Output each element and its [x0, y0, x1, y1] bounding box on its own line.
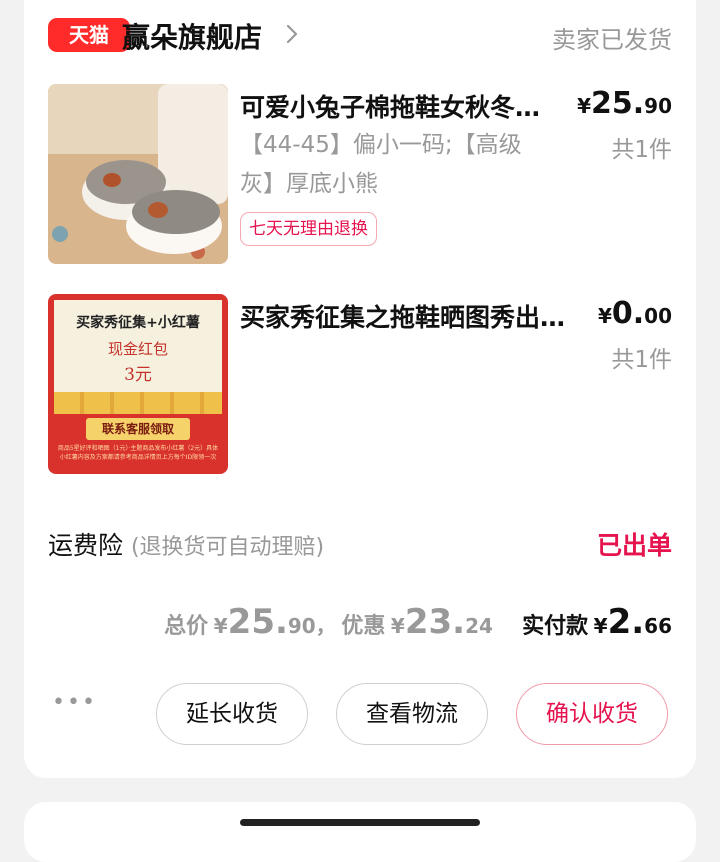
more-options-icon[interactable]: ••• [52, 690, 97, 715]
item-title[interactable]: 可爱小兔子棉拖鞋女秋冬… [240, 88, 570, 124]
price-integer: 25. [591, 86, 645, 121]
order-card: 天猫 赢朵旗舰店 卖家已发货 可爱小兔子棉拖鞋女秋冬… ¥25.90 共1件 【… [24, 0, 696, 778]
order-totals: 总价 ¥25.90， 优惠 ¥23.24 实付款 ¥2.66 [164, 602, 672, 642]
coupon-fine-print: 商品5星好评和晒图（1元）·主题商品发布小红薯（2元）具体小红薯内容及方案都请参… [57, 445, 219, 461]
discount-currency: ¥ [390, 614, 405, 638]
home-indicator[interactable] [240, 819, 480, 826]
total-label: 总价 [164, 614, 209, 639]
coupon-line2: 3元 [124, 365, 152, 385]
extend-receipt-button[interactable]: 延长收货 [156, 683, 308, 745]
price-currency: ¥ [597, 304, 612, 328]
price-decimal: 00 [644, 304, 672, 328]
price-decimal: 90 [644, 94, 672, 118]
insurance-label: 运费险 [48, 531, 124, 560]
spec-line: 灰】厚底小熊 [240, 171, 378, 197]
item-quantity: 共1件 [611, 137, 672, 163]
paid-integer: 2. [607, 602, 645, 642]
view-logistics-button[interactable]: 查看物流 [336, 683, 488, 745]
item-price: ¥25.90 [577, 86, 672, 121]
product-image-slippers[interactable] [48, 84, 228, 264]
item-price: ¥0.00 [598, 296, 672, 331]
coupon-button-image: 联系客服领取 [86, 418, 190, 440]
coupon-line1: 现金红包 [107, 340, 168, 358]
item-title[interactable]: 买家秀征集之拖鞋晒图秀出… [240, 298, 570, 334]
shop-name[interactable]: 赢朵旗舰店 [122, 16, 262, 56]
insurance-subtext: (退换货可自动理赔) [130, 535, 325, 560]
total-currency: ¥ [213, 614, 228, 638]
price-currency: ¥ [577, 94, 591, 118]
tmall-badge: 天猫 [48, 18, 130, 52]
order-status: 卖家已发货 [552, 26, 672, 54]
insurance-status: 已出单 [596, 531, 672, 560]
return-policy-tag: 七天无理由退换 [240, 212, 377, 246]
total-decimal: 90， [287, 614, 336, 638]
paid-currency: ¥ [593, 614, 608, 638]
confirm-receipt-button[interactable]: 确认收货 [516, 683, 668, 745]
product-image-coupon[interactable]: 买家秀征集+小红薯 现金红包 3元 联系客服领取 商品5星好评和晒图（1元）·主… [48, 294, 228, 474]
chevron-right-icon[interactable] [280, 22, 304, 46]
next-order-card [24, 802, 696, 862]
discount-label: 优惠 [341, 614, 386, 639]
item-quantity: 共1件 [611, 347, 672, 373]
coins-decoration [54, 392, 222, 414]
item-spec: 【44-45】偏小一码;【高级 灰】厚底小熊 [240, 126, 570, 204]
freight-insurance: 运费险 (退换货可自动理赔) [48, 526, 324, 562]
discount-decimal: 24 [465, 614, 493, 638]
paid-decimal: 66 [644, 614, 672, 638]
spec-line: 【44-45】偏小一码;【高级 [240, 132, 522, 158]
paid-label: 实付款 [522, 614, 589, 639]
slippers-picture [48, 84, 228, 264]
discount-integer: 23. [404, 602, 466, 642]
coupon-paper: 买家秀征集+小红薯 现金红包 3元 [54, 300, 222, 396]
price-integer: 0. [611, 296, 645, 331]
total-integer: 25. [227, 602, 288, 642]
coupon-headline: 买家秀征集+小红薯 [76, 315, 200, 331]
